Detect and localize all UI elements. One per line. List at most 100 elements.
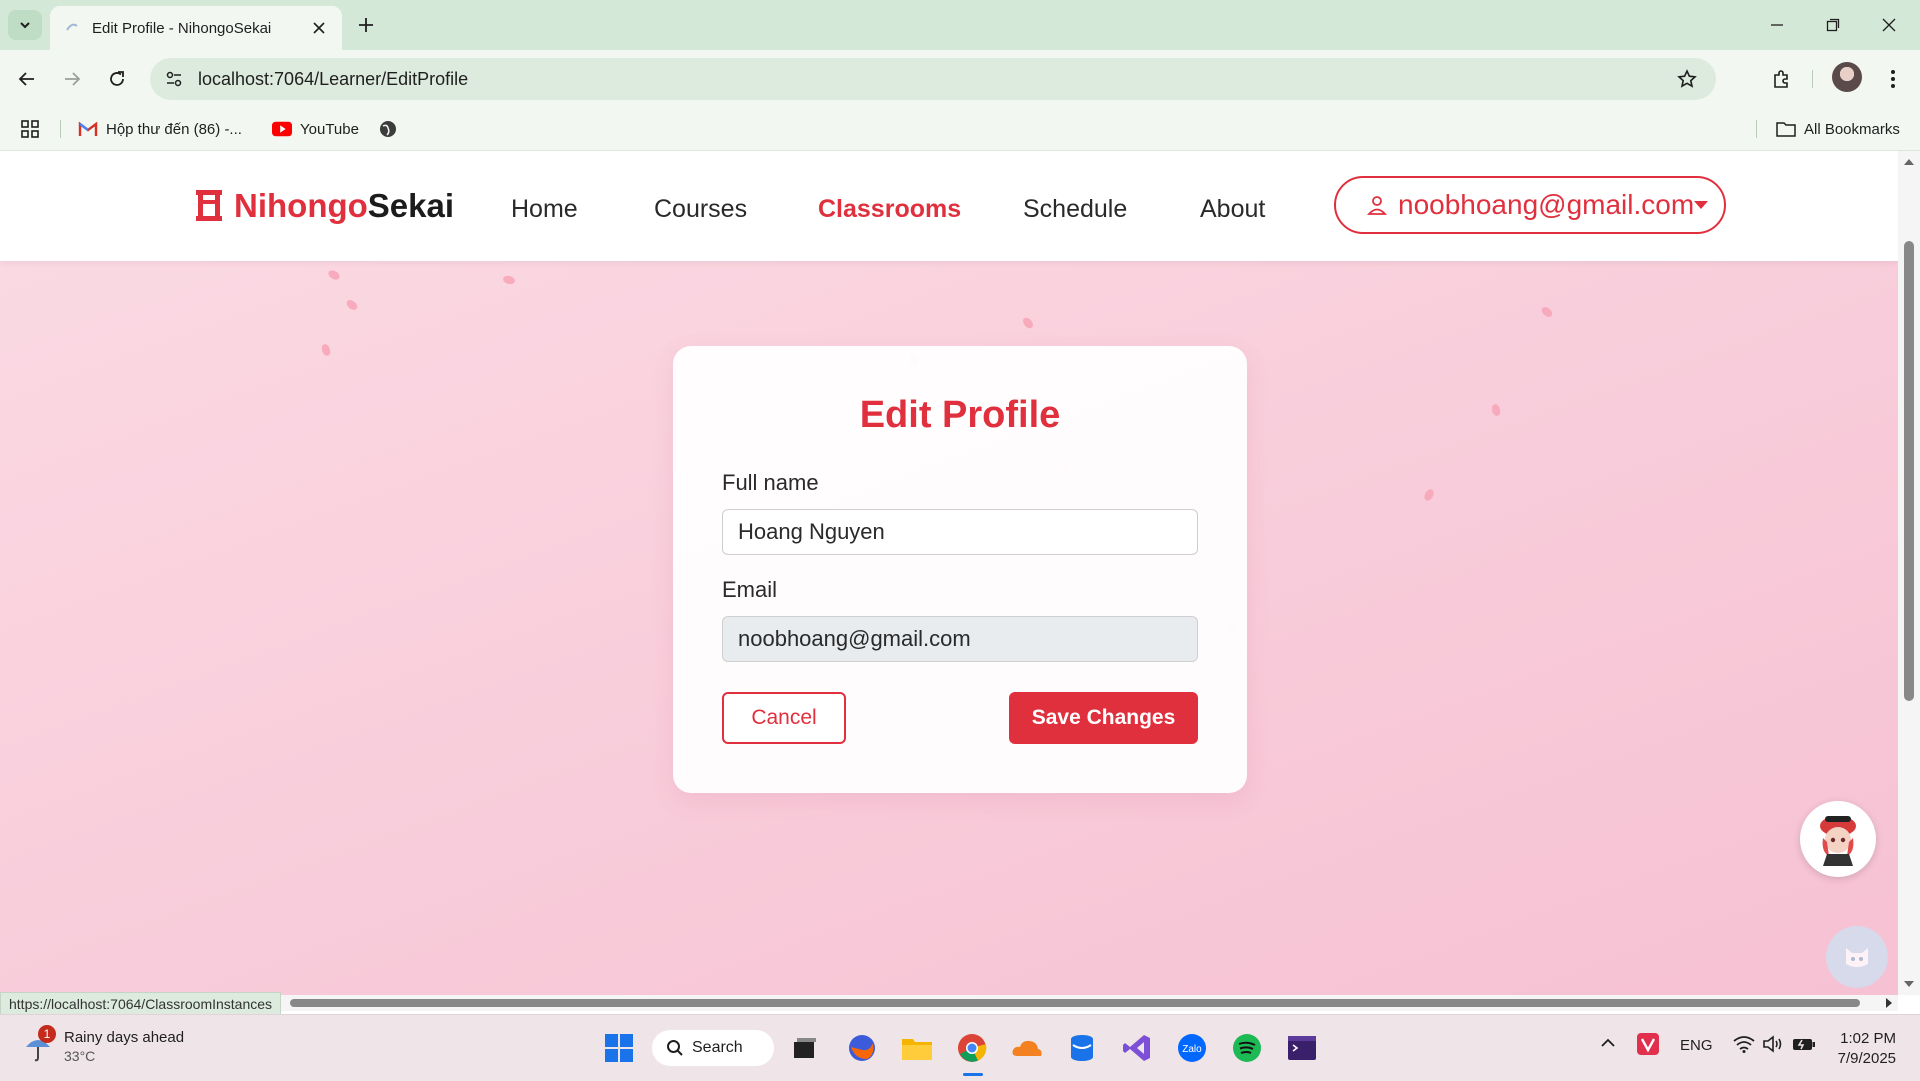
petal-decoration: [1422, 487, 1436, 503]
svg-text:Zalo: Zalo: [1182, 1044, 1202, 1055]
weather-widget[interactable]: 1 Rainy days ahead 33°C: [22, 1025, 185, 1066]
bookmark-label: YouTube: [300, 120, 359, 138]
bot-chat-bubble[interactable]: [1826, 926, 1888, 988]
vertical-scrollbar[interactable]: [1898, 151, 1920, 995]
nav-home[interactable]: Home: [511, 195, 578, 224]
terminal-icon[interactable]: [1283, 1029, 1321, 1067]
petal-decoration: [326, 268, 342, 282]
petal-decoration: [1490, 403, 1502, 417]
browser-menu-icon[interactable]: [1878, 64, 1908, 94]
page-viewport: Nihongo Sekai Home Courses Classrooms Sch…: [0, 151, 1898, 995]
restore-icon[interactable]: [1810, 10, 1856, 40]
cat-face-icon: [1846, 948, 1868, 967]
caret-down-icon: [1694, 200, 1709, 210]
scroll-up-arrow-icon[interactable]: [1898, 155, 1920, 169]
all-bookmarks-label: All Bookmarks: [1804, 120, 1900, 138]
active-app-indicator: [963, 1073, 983, 1076]
vivaldi-tray-icon[interactable]: [1637, 1033, 1659, 1059]
browser-toolbar: localhost:7064/Learner/EditProfile: [0, 50, 1920, 108]
tab-search-button[interactable]: [8, 10, 42, 40]
page-title: Edit Profile: [859, 394, 1061, 436]
windows-taskbar: 1 Rainy days ahead 33°C Search Zalo ENG …: [0, 1014, 1920, 1081]
user-menu-dropdown[interactable]: noobhoang@gmail.com: [1334, 176, 1726, 234]
petal-decoration: [502, 274, 516, 286]
petal-decoration: [320, 342, 332, 358]
scroll-right-arrow-icon[interactable]: [1882, 995, 1896, 1011]
chat-assistant-avatar[interactable]: [1800, 801, 1876, 877]
link-status-bubble: https://localhost:7064/ClassroomInstance…: [0, 992, 282, 1016]
browser-tab-active[interactable]: Edit Profile - NihongoSekai: [50, 6, 342, 50]
profile-avatar[interactable]: [1832, 62, 1862, 92]
close-window-icon[interactable]: [1866, 10, 1912, 40]
petal-decoration: [344, 298, 360, 312]
azure-data-studio-icon[interactable]: [1063, 1029, 1101, 1067]
close-tab-icon[interactable]: [310, 19, 328, 37]
site-favicon-icon: [64, 20, 80, 36]
nav-schedule[interactable]: Schedule: [1023, 195, 1127, 224]
weather-title: Rainy days ahead: [64, 1029, 185, 1046]
bookmark-youtube[interactable]: YouTube: [272, 116, 359, 142]
address-bar[interactable]: localhost:7064/Learner/EditProfile: [150, 58, 1716, 100]
full-name-field[interactable]: [722, 509, 1198, 555]
file-explorer-icon[interactable]: [898, 1029, 936, 1067]
clock-date: 7/9/2025: [1837, 1050, 1896, 1067]
wifi-icon[interactable]: [1733, 1035, 1755, 1057]
user-email: noobhoang@gmail.com: [1398, 189, 1695, 220]
windows-start-icon[interactable]: [600, 1029, 638, 1067]
toolbar-divider: [1812, 70, 1813, 88]
horizontal-scrollbar[interactable]: [0, 995, 1898, 1011]
bookmarks-divider: [1756, 120, 1757, 138]
nav-courses[interactable]: Courses: [654, 195, 747, 224]
all-bookmarks[interactable]: All Bookmarks: [1776, 116, 1900, 142]
cancel-button[interactable]: Cancel: [722, 692, 846, 744]
bookmark-star-icon[interactable]: [1672, 64, 1702, 94]
user-icon: [1366, 193, 1388, 217]
globe-icon[interactable]: [378, 116, 398, 142]
anime-character-icon: [1820, 816, 1856, 866]
reload-icon[interactable]: [102, 64, 132, 94]
vertical-scroll-thumb[interactable]: [1904, 241, 1914, 701]
search-icon: [666, 1039, 684, 1057]
weather-alert-badge: 1: [38, 1025, 56, 1043]
forward-arrow-icon[interactable]: [57, 64, 87, 94]
brand-name-part2: Sekai: [367, 187, 455, 224]
new-tab-icon[interactable]: [354, 13, 378, 37]
youtube-icon: [272, 119, 292, 139]
taskbar-search-label: Search: [692, 1039, 743, 1056]
apps-grid-icon[interactable]: [20, 116, 40, 142]
bookmarks-bar: Hộp thư đến (86) -... YouTube All Bookma…: [0, 108, 1920, 151]
nav-about[interactable]: About: [1200, 195, 1265, 224]
email-field[interactable]: [722, 616, 1198, 662]
show-hidden-icons[interactable]: [1600, 1035, 1616, 1055]
system-clock[interactable]: 1:02 PM 7/9/2025: [1834, 1029, 1896, 1069]
tab-title: Edit Profile - NihongoSekai: [92, 19, 272, 37]
cloud-app-icon[interactable]: [1008, 1029, 1046, 1067]
minimize-icon[interactable]: [1754, 10, 1800, 40]
battery-icon[interactable]: [1792, 1036, 1816, 1056]
brand-name-part1: Nihongo: [234, 187, 368, 224]
zalo-icon[interactable]: Zalo: [1173, 1029, 1211, 1067]
horizontal-scroll-thumb[interactable]: [290, 999, 1860, 1007]
volume-icon[interactable]: [1762, 1035, 1784, 1057]
url-text[interactable]: localhost:7064/Learner/EditProfile: [198, 69, 1672, 90]
weather-temperature: 33°C: [64, 1048, 96, 1064]
chrome-icon[interactable]: [953, 1029, 991, 1067]
save-changes-button[interactable]: Save Changes: [1009, 692, 1198, 744]
firefox-icon[interactable]: [843, 1029, 881, 1067]
spotify-icon[interactable]: [1228, 1029, 1266, 1067]
visual-studio-icon[interactable]: [1118, 1029, 1156, 1067]
torii-icon: [196, 190, 222, 221]
nav-classrooms[interactable]: Classrooms: [818, 195, 961, 224]
site-info-icon[interactable]: [162, 67, 186, 91]
scroll-down-arrow-icon[interactable]: [1898, 977, 1920, 991]
language-indicator[interactable]: ENG: [1680, 1037, 1713, 1054]
task-view-icon[interactable]: [786, 1029, 824, 1067]
taskbar-search[interactable]: Search: [652, 1030, 774, 1066]
brand-logo[interactable]: Nihongo Sekai: [194, 187, 454, 225]
bookmark-gmail[interactable]: Hộp thư đến (86) -...: [78, 116, 242, 142]
bookmark-label: Hộp thư đến (86) -...: [106, 120, 242, 138]
email-label: Email: [722, 577, 778, 602]
back-arrow-icon[interactable]: [12, 64, 42, 94]
clock-time: 1:02 PM: [1840, 1030, 1896, 1047]
extensions-icon[interactable]: [1766, 64, 1796, 94]
